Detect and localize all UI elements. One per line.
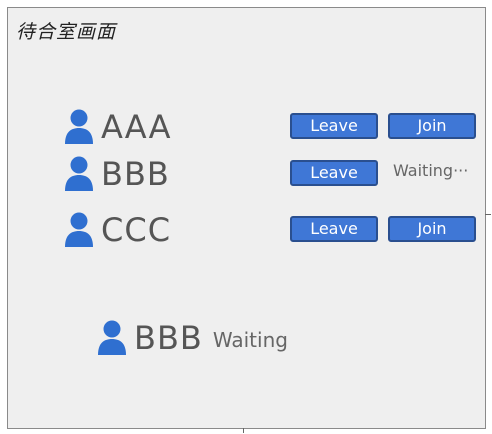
participant-row-aaa: AAA Leave Join: [63, 106, 478, 148]
participant-user: BBB: [63, 153, 170, 195]
person-icon: [65, 109, 93, 144]
participant-row-ccc: CCC Leave Join: [63, 209, 478, 251]
participant-row-bbb: BBB Leave Waiting···: [63, 153, 478, 195]
edge-tick: [485, 214, 491, 215]
participant-name: AAA: [101, 108, 172, 146]
waiting-status: Waiting···: [393, 161, 469, 180]
leave-button[interactable]: Leave: [290, 113, 378, 139]
person-icon: [65, 212, 93, 247]
participant-name: CCC: [101, 211, 172, 249]
current-user-waiting: BBB Waiting: [96, 316, 288, 360]
edge-tick: [243, 428, 244, 433]
person-icon: [65, 156, 93, 191]
join-button[interactable]: Join: [388, 113, 476, 139]
participant-user: CCC: [63, 209, 171, 251]
participant-name: BBB: [101, 155, 170, 193]
leave-button[interactable]: Leave: [290, 160, 378, 186]
page-title: 待合室画面: [16, 21, 117, 43]
join-button[interactable]: Join: [388, 216, 476, 242]
leave-button[interactable]: Leave: [290, 216, 378, 242]
person-icon: [98, 320, 126, 355]
participant-user: AAA: [63, 106, 171, 148]
waiting-room-window: 待合室画面 AAA Leave Join BBB Leave Waiting··…: [7, 7, 486, 429]
current-user-name: BBB: [134, 319, 203, 357]
current-user-status: Waiting: [212, 328, 288, 352]
